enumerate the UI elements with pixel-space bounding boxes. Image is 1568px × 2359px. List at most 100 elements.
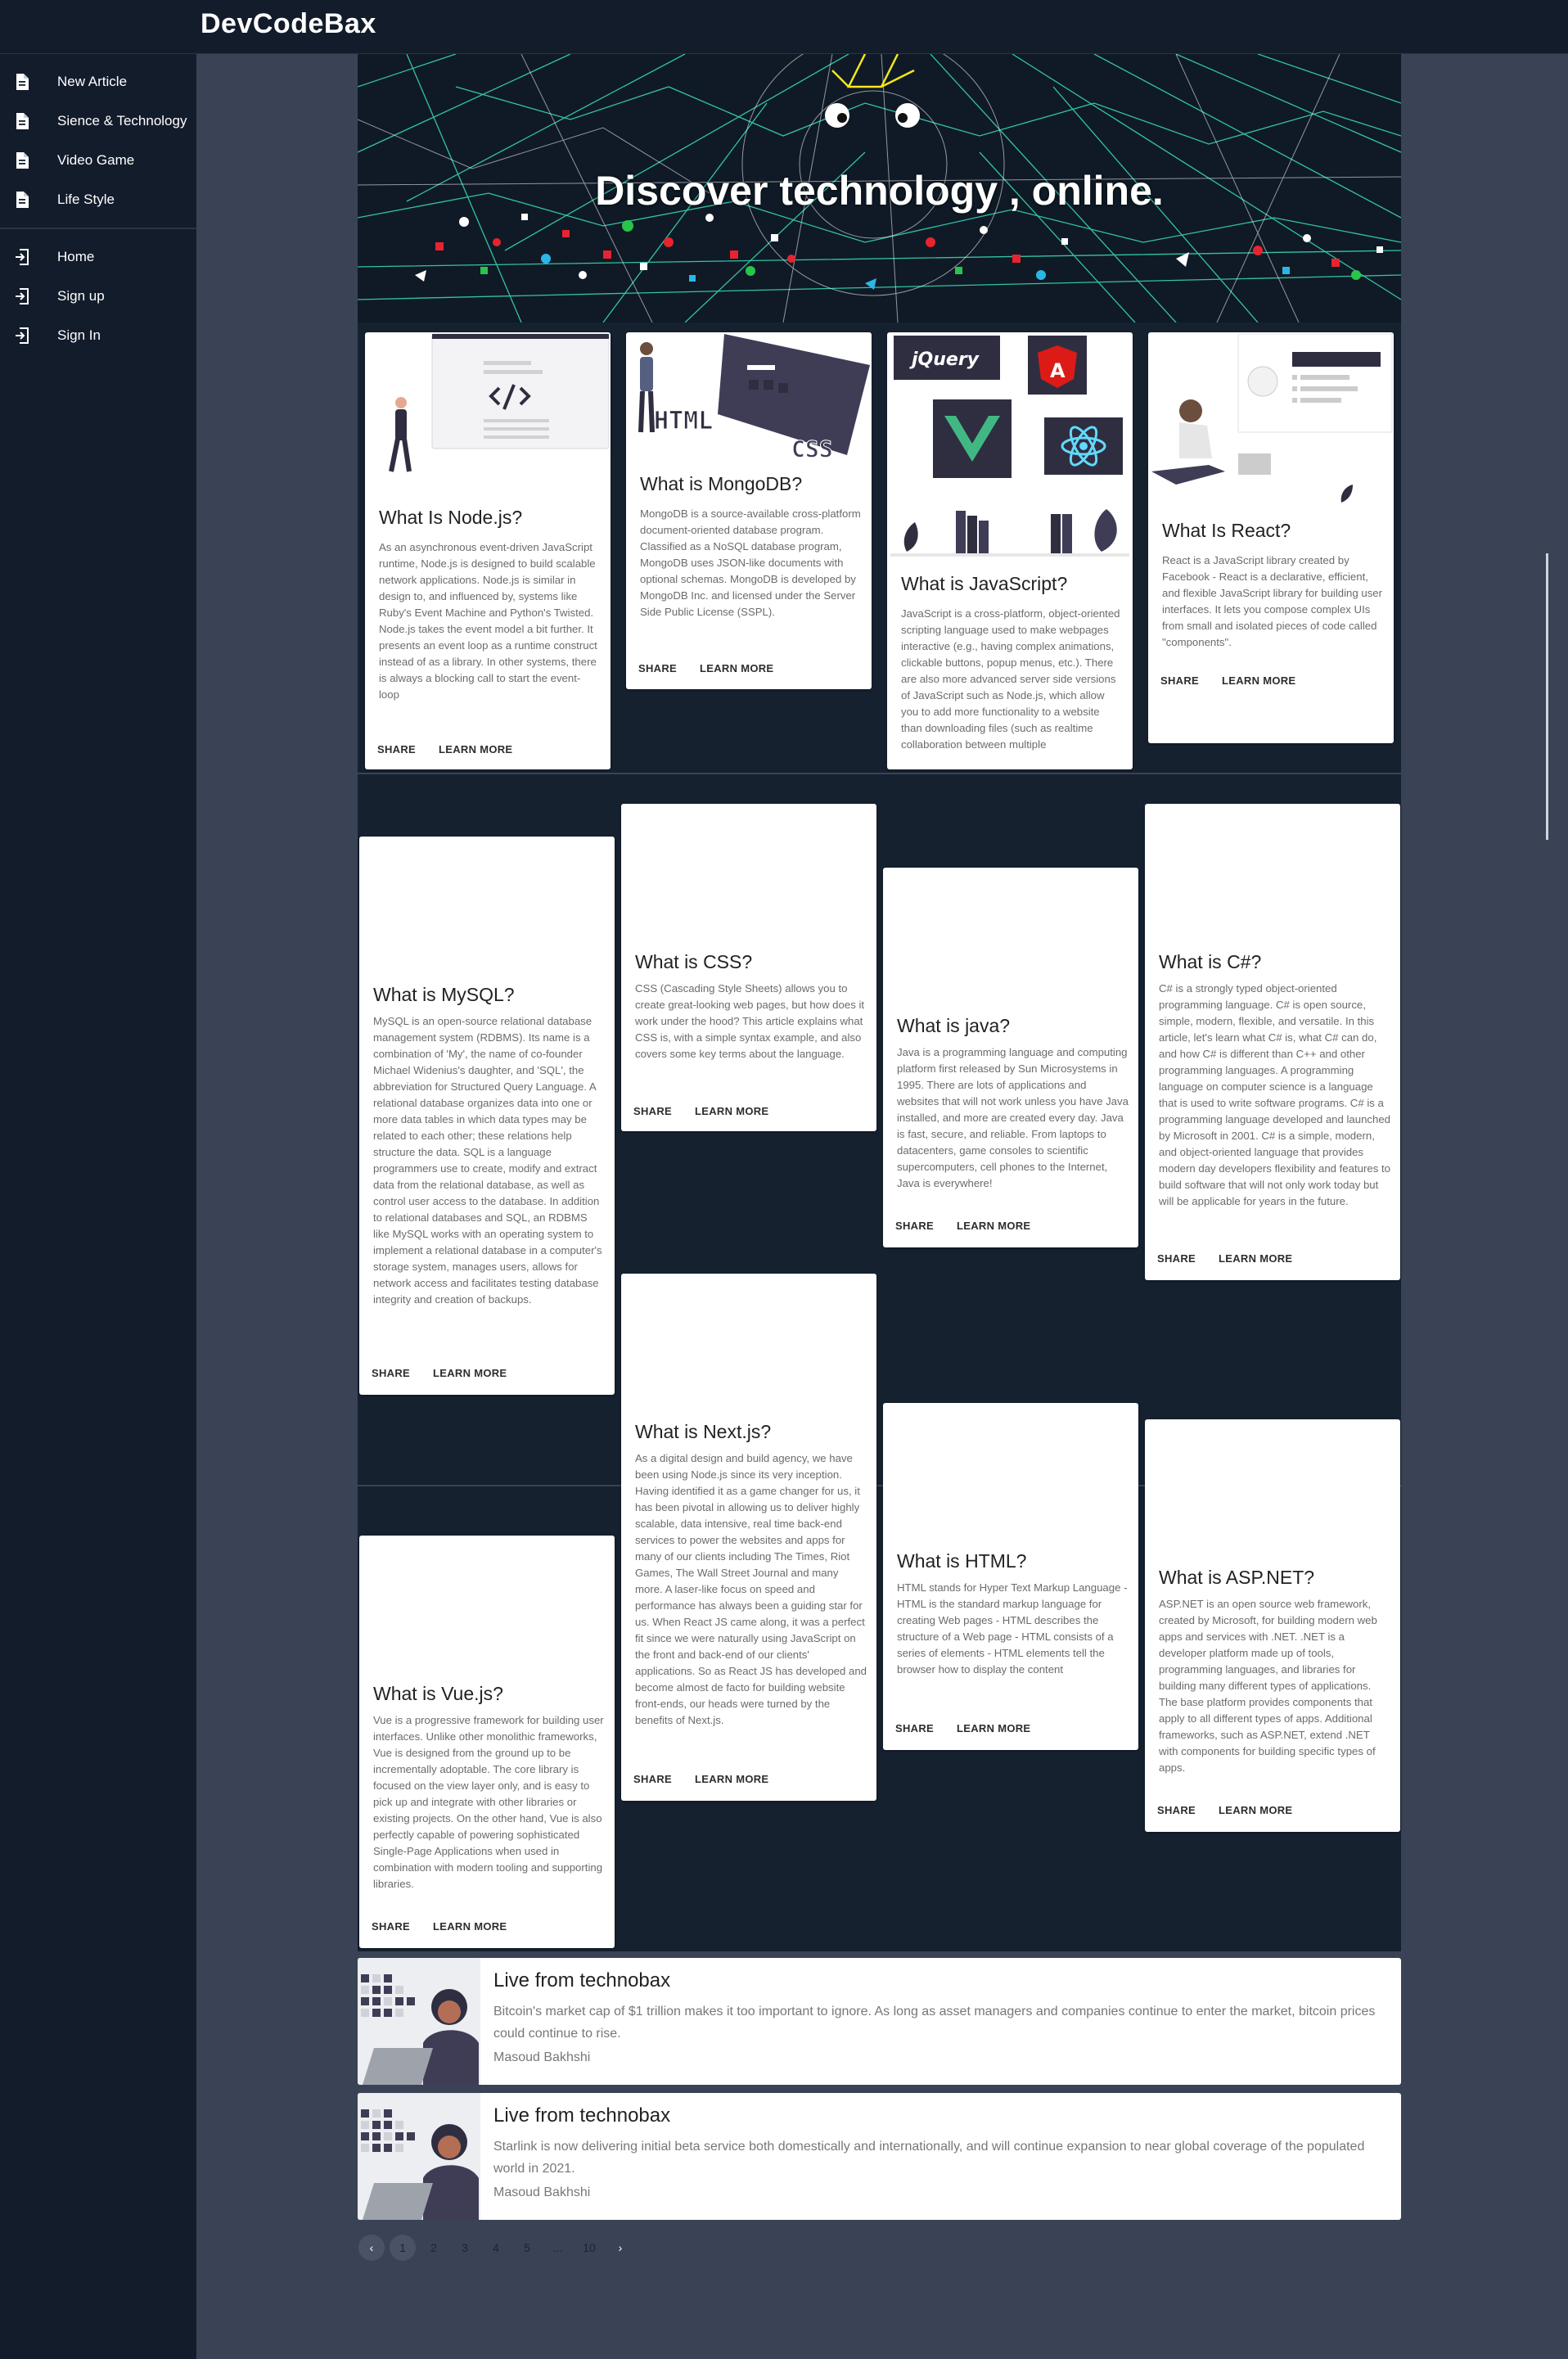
- page-button-2[interactable]: 2: [421, 2235, 447, 2261]
- learn-more-button[interactable]: LEARN MORE: [1219, 1804, 1292, 1816]
- article-card-java[interactable]: What is java? Java is a programming lang…: [883, 868, 1138, 1247]
- article-card-nextjs[interactable]: What is Next.js? As a digital design and…: [621, 1274, 876, 1801]
- page-button-5[interactable]: 5: [514, 2235, 540, 2261]
- login-icon: [13, 248, 31, 266]
- live-author: Masoud Bakhshi: [493, 2050, 591, 2064]
- page-button-4[interactable]: 4: [483, 2235, 509, 2261]
- article-card-css[interactable]: What is CSS? CSS (Cascading Style Sheets…: [621, 804, 876, 1131]
- article-card-html[interactable]: What is HTML? HTML stands for Hyper Text…: [883, 1403, 1138, 1750]
- card-actions: SHARE LEARN MORE: [633, 1773, 791, 1785]
- html-css-illustration: HTML CSS: [626, 332, 872, 460]
- card-actions: SHARE LEARN MORE: [633, 1105, 791, 1117]
- sidebar-item-video-game[interactable]: Video Game: [0, 141, 196, 180]
- learn-more-button[interactable]: LEARN MORE: [1219, 1252, 1292, 1265]
- article-card-mongodb[interactable]: HTML CSS What is MongoDB? MongoDB is a s…: [626, 332, 872, 689]
- share-button[interactable]: SHARE: [633, 1105, 672, 1117]
- sidebar-item-label: Sign up: [57, 288, 105, 304]
- card-text: Vue is a progressive framework for build…: [373, 1714, 604, 1890]
- sidebar-item-label: Sign In: [57, 327, 101, 343]
- card-text: ASP.NET is an open source web framework,…: [1159, 1598, 1377, 1774]
- page-button-3[interactable]: 3: [452, 2235, 478, 2261]
- sidebar-item-life-style[interactable]: Life Style: [0, 180, 196, 219]
- sidebar-item-science-technology[interactable]: Sience & Technology: [0, 101, 196, 141]
- sidebar-item-new-article[interactable]: New Article: [0, 62, 196, 101]
- learn-more-button[interactable]: LEARN MORE: [439, 743, 512, 756]
- share-button[interactable]: SHARE: [372, 1367, 410, 1379]
- learn-more-button[interactable]: LEARN MORE: [957, 1220, 1030, 1232]
- learn-more-button[interactable]: LEARN MORE: [1222, 674, 1295, 687]
- share-button[interactable]: SHARE: [372, 1920, 410, 1933]
- card-text: C# is a strongly typed object-oriented p…: [1159, 982, 1391, 1207]
- sidebar-item-sign-in[interactable]: Sign In: [0, 316, 196, 355]
- card-text: As an asynchronous event-driven JavaScri…: [379, 541, 597, 701]
- article-card-aspnet[interactable]: What is ASP.NET? ASP.NET is an open sour…: [1145, 1419, 1400, 1832]
- share-button[interactable]: SHARE: [895, 1220, 934, 1232]
- sidebar-item-sign-up[interactable]: Sign up: [0, 277, 196, 316]
- sidebar-categories: New Article Sience & Technology Video Ga…: [0, 54, 196, 229]
- live-text: Bitcoin's market cap of $1 trillion make…: [493, 2005, 1376, 2041]
- article-card-csharp[interactable]: What is C#? C# is a strongly typed objec…: [1145, 804, 1400, 1280]
- learn-more-button[interactable]: LEARN MORE: [700, 662, 773, 674]
- card-title: What is java?: [897, 1015, 1011, 1036]
- card-title: What is Next.js?: [635, 1421, 772, 1442]
- previous-page-button[interactable]: ‹: [358, 2235, 385, 2261]
- card-text: Java is a programming language and compu…: [897, 1046, 1129, 1189]
- article-card-react[interactable]: What Is React? React is a JavaScript lib…: [1148, 332, 1394, 743]
- card-actions: SHARE LEARN MORE: [1160, 674, 1318, 687]
- card-title: What is Vue.js?: [373, 1683, 503, 1704]
- sidebar-item-home[interactable]: Home: [0, 237, 196, 277]
- article-card-vuejs[interactable]: What is Vue.js? Vue is a progressive fra…: [359, 1536, 615, 1948]
- nodejs-illustration: [365, 332, 611, 496]
- page-button-10[interactable]: 10: [576, 2235, 602, 2261]
- card-text: React is a JavaScript library created by…: [1162, 554, 1383, 648]
- next-page-button[interactable]: ›: [607, 2235, 633, 2261]
- live-author: Masoud Bakhshi: [493, 2185, 591, 2199]
- share-button[interactable]: SHARE: [638, 662, 677, 674]
- card-text: HTML stands for Hyper Text Markup Langua…: [897, 1581, 1128, 1676]
- page-button-1[interactable]: 1: [390, 2235, 416, 2261]
- share-button[interactable]: SHARE: [1157, 1804, 1196, 1816]
- sidebar: New Article Sience & Technology Video Ga…: [0, 54, 196, 2359]
- sidebar-item-label: Home: [57, 249, 95, 264]
- developer-illustration: [358, 1958, 480, 2085]
- learn-more-button[interactable]: LEARN MORE: [433, 1920, 507, 1933]
- sidebar-item-label: Video Game: [57, 152, 135, 168]
- card-actions: SHARE LEARN MORE: [1157, 1804, 1315, 1816]
- pagination-ellipsis: ...: [553, 2241, 563, 2254]
- card-text: CSS (Cascading Style Sheets) allows you …: [635, 982, 865, 1060]
- share-button[interactable]: SHARE: [1160, 674, 1199, 687]
- card-actions: SHARE LEARN MORE: [895, 1220, 1053, 1232]
- learn-more-button[interactable]: LEARN MORE: [957, 1722, 1030, 1734]
- live-title: Live from technobax: [493, 1969, 671, 1991]
- learn-more-button[interactable]: LEARN MORE: [695, 1773, 768, 1785]
- share-button[interactable]: SHARE: [633, 1773, 672, 1785]
- article-icon: [13, 191, 31, 209]
- live-card[interactable]: Live from technobax Starlink is now deli…: [358, 2093, 1401, 2220]
- share-button[interactable]: SHARE: [377, 743, 416, 756]
- card-title: What is JavaScript?: [901, 573, 1068, 594]
- card-title: What is HTML?: [897, 1550, 1027, 1572]
- sidebar-item-label: New Article: [57, 74, 128, 89]
- svg-text:A: A: [1050, 359, 1066, 382]
- card-title: What is MySQL?: [373, 984, 515, 1005]
- live-card[interactable]: Live from technobax Bitcoin's market cap…: [358, 1958, 1401, 2085]
- hero-banner: Discover technology , online.: [358, 54, 1401, 323]
- share-button[interactable]: SHARE: [1157, 1252, 1196, 1265]
- card-actions: SHARE LEARN MORE: [638, 662, 796, 674]
- learn-more-button[interactable]: LEARN MORE: [695, 1105, 768, 1117]
- pagination: ‹ 1 2 3 4 5 ... 10 ›: [358, 2234, 638, 2262]
- login-icon: [13, 287, 31, 305]
- learn-more-button[interactable]: LEARN MORE: [433, 1367, 507, 1379]
- sidebar-item-label: Life Style: [57, 192, 115, 207]
- card-title: What is C#?: [1159, 951, 1262, 972]
- article-card-mysql[interactable]: What is MySQL? MySQL is an open-source r…: [359, 837, 615, 1395]
- share-button[interactable]: SHARE: [895, 1722, 934, 1734]
- article-card-nodejs[interactable]: What Is Node.js? As an asynchronous even…: [365, 332, 611, 769]
- scrollbar[interactable]: [1546, 553, 1548, 840]
- card-text: MongoDB is a source-available cross-plat…: [640, 507, 861, 618]
- sidebar-account: Home Sign up Sign In: [0, 229, 196, 363]
- svg-text:HTML: HTML: [654, 407, 713, 435]
- live-text: Starlink is now delivering initial beta …: [493, 2140, 1365, 2176]
- article-card-javascript[interactable]: jQuery A What is JavaScript? JavaScript …: [887, 332, 1133, 769]
- app-title[interactable]: DevCodeBax: [201, 8, 376, 40]
